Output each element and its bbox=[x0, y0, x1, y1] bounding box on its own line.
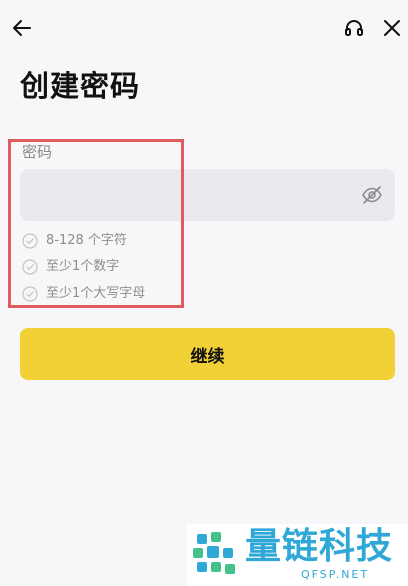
continue-button[interactable]: 继续 bbox=[20, 328, 395, 380]
close-icon bbox=[384, 20, 400, 36]
watermark: 量链科技 QFSP.NET bbox=[187, 524, 408, 586]
watermark-logo-icon bbox=[193, 532, 235, 574]
password-field[interactable] bbox=[20, 169, 395, 221]
page-title: 创建密码 bbox=[20, 69, 141, 103]
highlight-box bbox=[8, 139, 184, 308]
requirement-item: 至少1个数字 bbox=[22, 257, 119, 277]
watermark-text: 量链科技 bbox=[245, 526, 394, 567]
check-circle-icon bbox=[22, 286, 38, 302]
requirement-item: 8-128 个字符 bbox=[22, 231, 127, 251]
requirement-item: 至少1个大写字母 bbox=[22, 284, 145, 304]
watermark-domain: QFSP.NET bbox=[301, 568, 370, 581]
password-label: 密码 bbox=[22, 143, 53, 161]
eye-off-icon bbox=[362, 186, 382, 204]
headset-icon bbox=[345, 20, 363, 36]
check-circle-icon bbox=[22, 233, 38, 249]
support-button[interactable] bbox=[340, 14, 368, 42]
close-button[interactable] bbox=[378, 14, 406, 42]
password-input[interactable] bbox=[20, 169, 350, 221]
requirement-text: 至少1个大写字母 bbox=[46, 286, 146, 301]
requirement-text: 8-128 个字符 bbox=[46, 233, 127, 248]
visibility-toggle-button[interactable] bbox=[360, 183, 384, 207]
top-bar bbox=[0, 0, 408, 56]
requirement-text: 至少1个数字 bbox=[46, 259, 120, 274]
check-circle-icon bbox=[22, 259, 38, 275]
back-button[interactable] bbox=[8, 14, 36, 42]
arrow-left-icon bbox=[13, 20, 31, 36]
